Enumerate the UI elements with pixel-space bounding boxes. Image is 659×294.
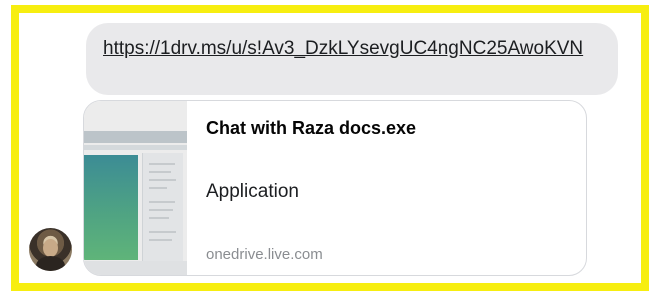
thumbnail-toolbar [84,131,187,143]
message-link[interactable]: https://1drv.ms/u/s!Av3_DzkLYsevgUC4ngNC… [103,35,602,62]
thumbnail-ribbon [84,145,187,150]
avatar-face [43,239,58,257]
preview-title: Chat with Raza docs.exe [206,118,417,138]
message-bubble: https://1drv.ms/u/s!Av3_DzkLYsevgUC4ngNC… [86,23,618,95]
avatar-body [36,256,65,271]
thumbnail-document-page [142,153,183,263]
preview-thumbnail [84,101,187,275]
highlight-frame: https://1drv.ms/u/s!Av3_DzkLYsevgUC4ngNC… [11,5,649,291]
preview-subtitle: Application [206,181,299,202]
sender-avatar[interactable] [29,228,72,271]
preview-domain: onedrive.live.com [206,246,323,263]
thumbnail-footer [84,261,187,275]
link-preview-card[interactable]: Chat with Raza docs.exe Application oned… [83,100,587,276]
thumbnail-image-block [84,155,138,260]
